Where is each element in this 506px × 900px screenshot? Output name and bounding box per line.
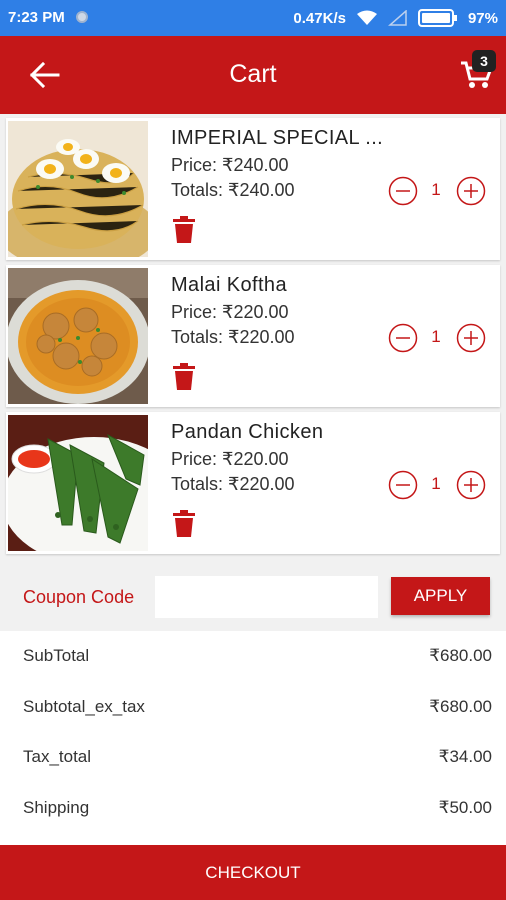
summary-row-subtotal: SubTotal ₹680.00 [0,631,506,682]
coupon-input[interactable] [155,576,378,618]
item-price: Price: ₹220.00 [171,302,289,322]
summary-label: SubTotal [23,646,90,665]
page-title: Cart [229,60,277,88]
summary-value: ₹680.00 [429,646,492,665]
summary-value: ₹50.00 [438,797,492,817]
plus-circle-icon[interactable] [456,470,486,500]
item-totals: Totals: ₹220.00 [171,327,295,347]
notification-dot-icon [76,11,88,23]
item-image [8,268,148,404]
item-name: Pandan Chicken [171,421,324,443]
item-price: Price: ₹240.00 [171,155,289,175]
item-quantity: 1 [431,180,441,199]
order-summary: SubTotal ₹680.00 Subtotal_ex_tax ₹680.00… [0,631,506,845]
cart-item: Malai Koftha Price: ₹220.00 Totals: ₹220… [6,265,500,407]
minus-circle-icon[interactable] [388,323,418,353]
trash-icon[interactable] [172,216,196,244]
trash-icon[interactable] [172,363,196,391]
item-image [8,415,148,551]
summary-label: Tax_total [23,747,92,766]
minus-circle-icon[interactable] [388,176,418,206]
status-time: 7:23 PM [8,9,65,26]
summary-label: Subtotal_ex_tax [23,696,145,716]
battery-icon [417,9,457,27]
cart-count-badge: 3 [472,50,496,72]
item-price: Price: ₹220.00 [171,449,289,469]
item-totals: Totals: ₹220.00 [171,474,295,494]
coupon-label: Coupon Code [23,587,135,607]
item-image [8,121,148,257]
network-speed: 0.47K/s [293,9,346,27]
plus-circle-icon[interactable] [456,176,486,206]
item-name: IMPERIAL SPECIAL ... [171,127,384,149]
cart-item: Pandan Chicken Price: ₹220.00 Totals: ₹2… [6,412,500,554]
cart-item: IMPERIAL SPECIAL ... Price: ₹240.00 Tota… [6,118,500,260]
summary-label: Shipping [23,797,90,817]
item-quantity: 1 [431,327,441,346]
item-name: Malai Koftha [171,274,287,296]
wifi-icon [356,10,377,25]
item-quantity: 1 [431,474,441,493]
status-right: 0.47K/s 97% [293,9,498,27]
apply-button[interactable]: APPLY [391,577,490,615]
checkout-button[interactable]: CHECKOUT [0,845,506,900]
summary-row-shipping: Shipping ₹50.00 [0,783,506,834]
summary-value: ₹34.00 [438,747,492,766]
plus-circle-icon[interactable] [456,323,486,353]
app-bar: Cart 3 [0,36,506,114]
item-totals: Totals: ₹240.00 [171,180,295,200]
trash-icon[interactable] [172,510,196,538]
summary-value: ₹680.00 [429,696,492,716]
cart-item-list: IMPERIAL SPECIAL ... Price: ₹240.00 Tota… [6,118,500,559]
signal-icon [387,10,407,26]
summary-row-subtotal-ex-tax: Subtotal_ex_tax ₹680.00 [0,682,506,733]
coupon-section: Coupon Code APPLY [0,563,506,631]
summary-row-tax-total: Tax_total ₹34.00 [0,732,506,783]
status-bar: 7:23 PM 0.47K/s 97% [0,0,506,36]
minus-circle-icon[interactable] [388,470,418,500]
battery-level: 97% [467,9,498,27]
